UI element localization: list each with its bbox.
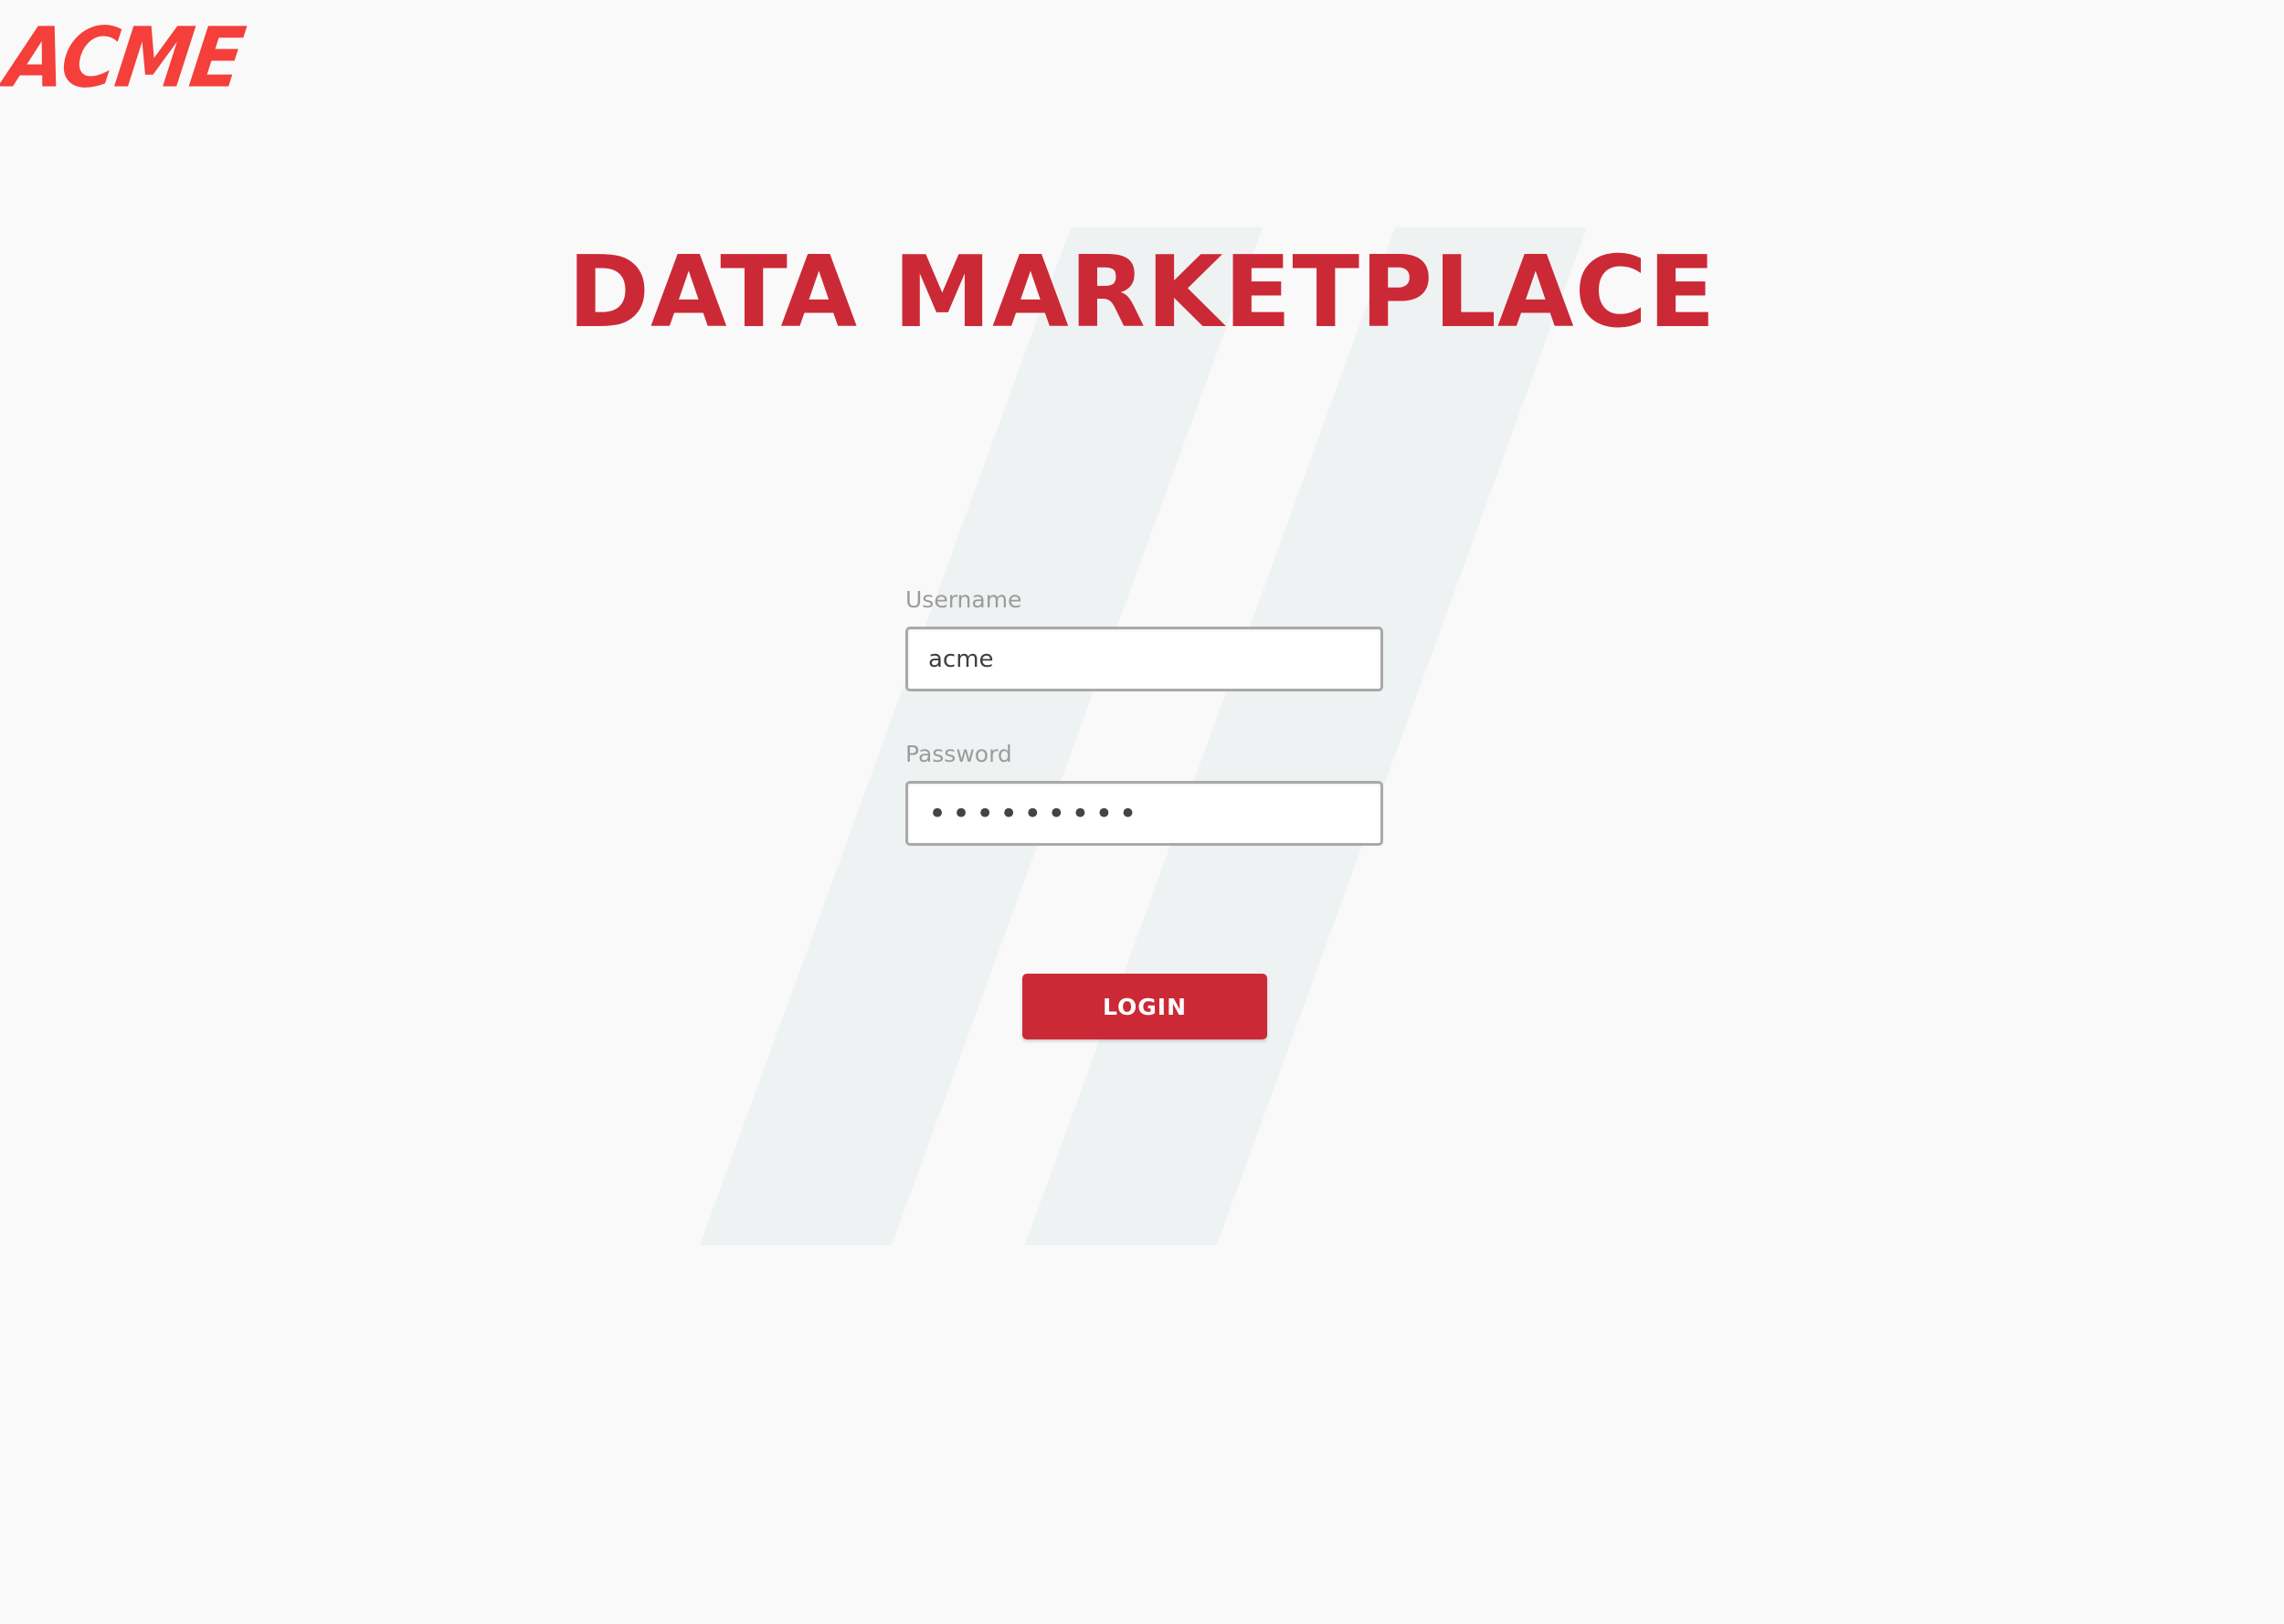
- login-page: ACME DATA MARKETPLACE Username Password …: [0, 0, 2284, 1624]
- username-label: Username: [905, 586, 1022, 613]
- password-label: Password: [905, 741, 1012, 767]
- password-field-group: Password: [905, 739, 1383, 846]
- acme-logo: ACME: [0, 9, 249, 107]
- username-input[interactable]: [905, 627, 1383, 691]
- page-title: DATA MARKETPLACE: [567, 236, 1717, 350]
- username-field-group: Username: [905, 585, 1383, 691]
- login-button[interactable]: LOGIN: [1022, 974, 1267, 1039]
- password-input[interactable]: [905, 781, 1383, 846]
- login-form: Username Password: [905, 585, 1383, 846]
